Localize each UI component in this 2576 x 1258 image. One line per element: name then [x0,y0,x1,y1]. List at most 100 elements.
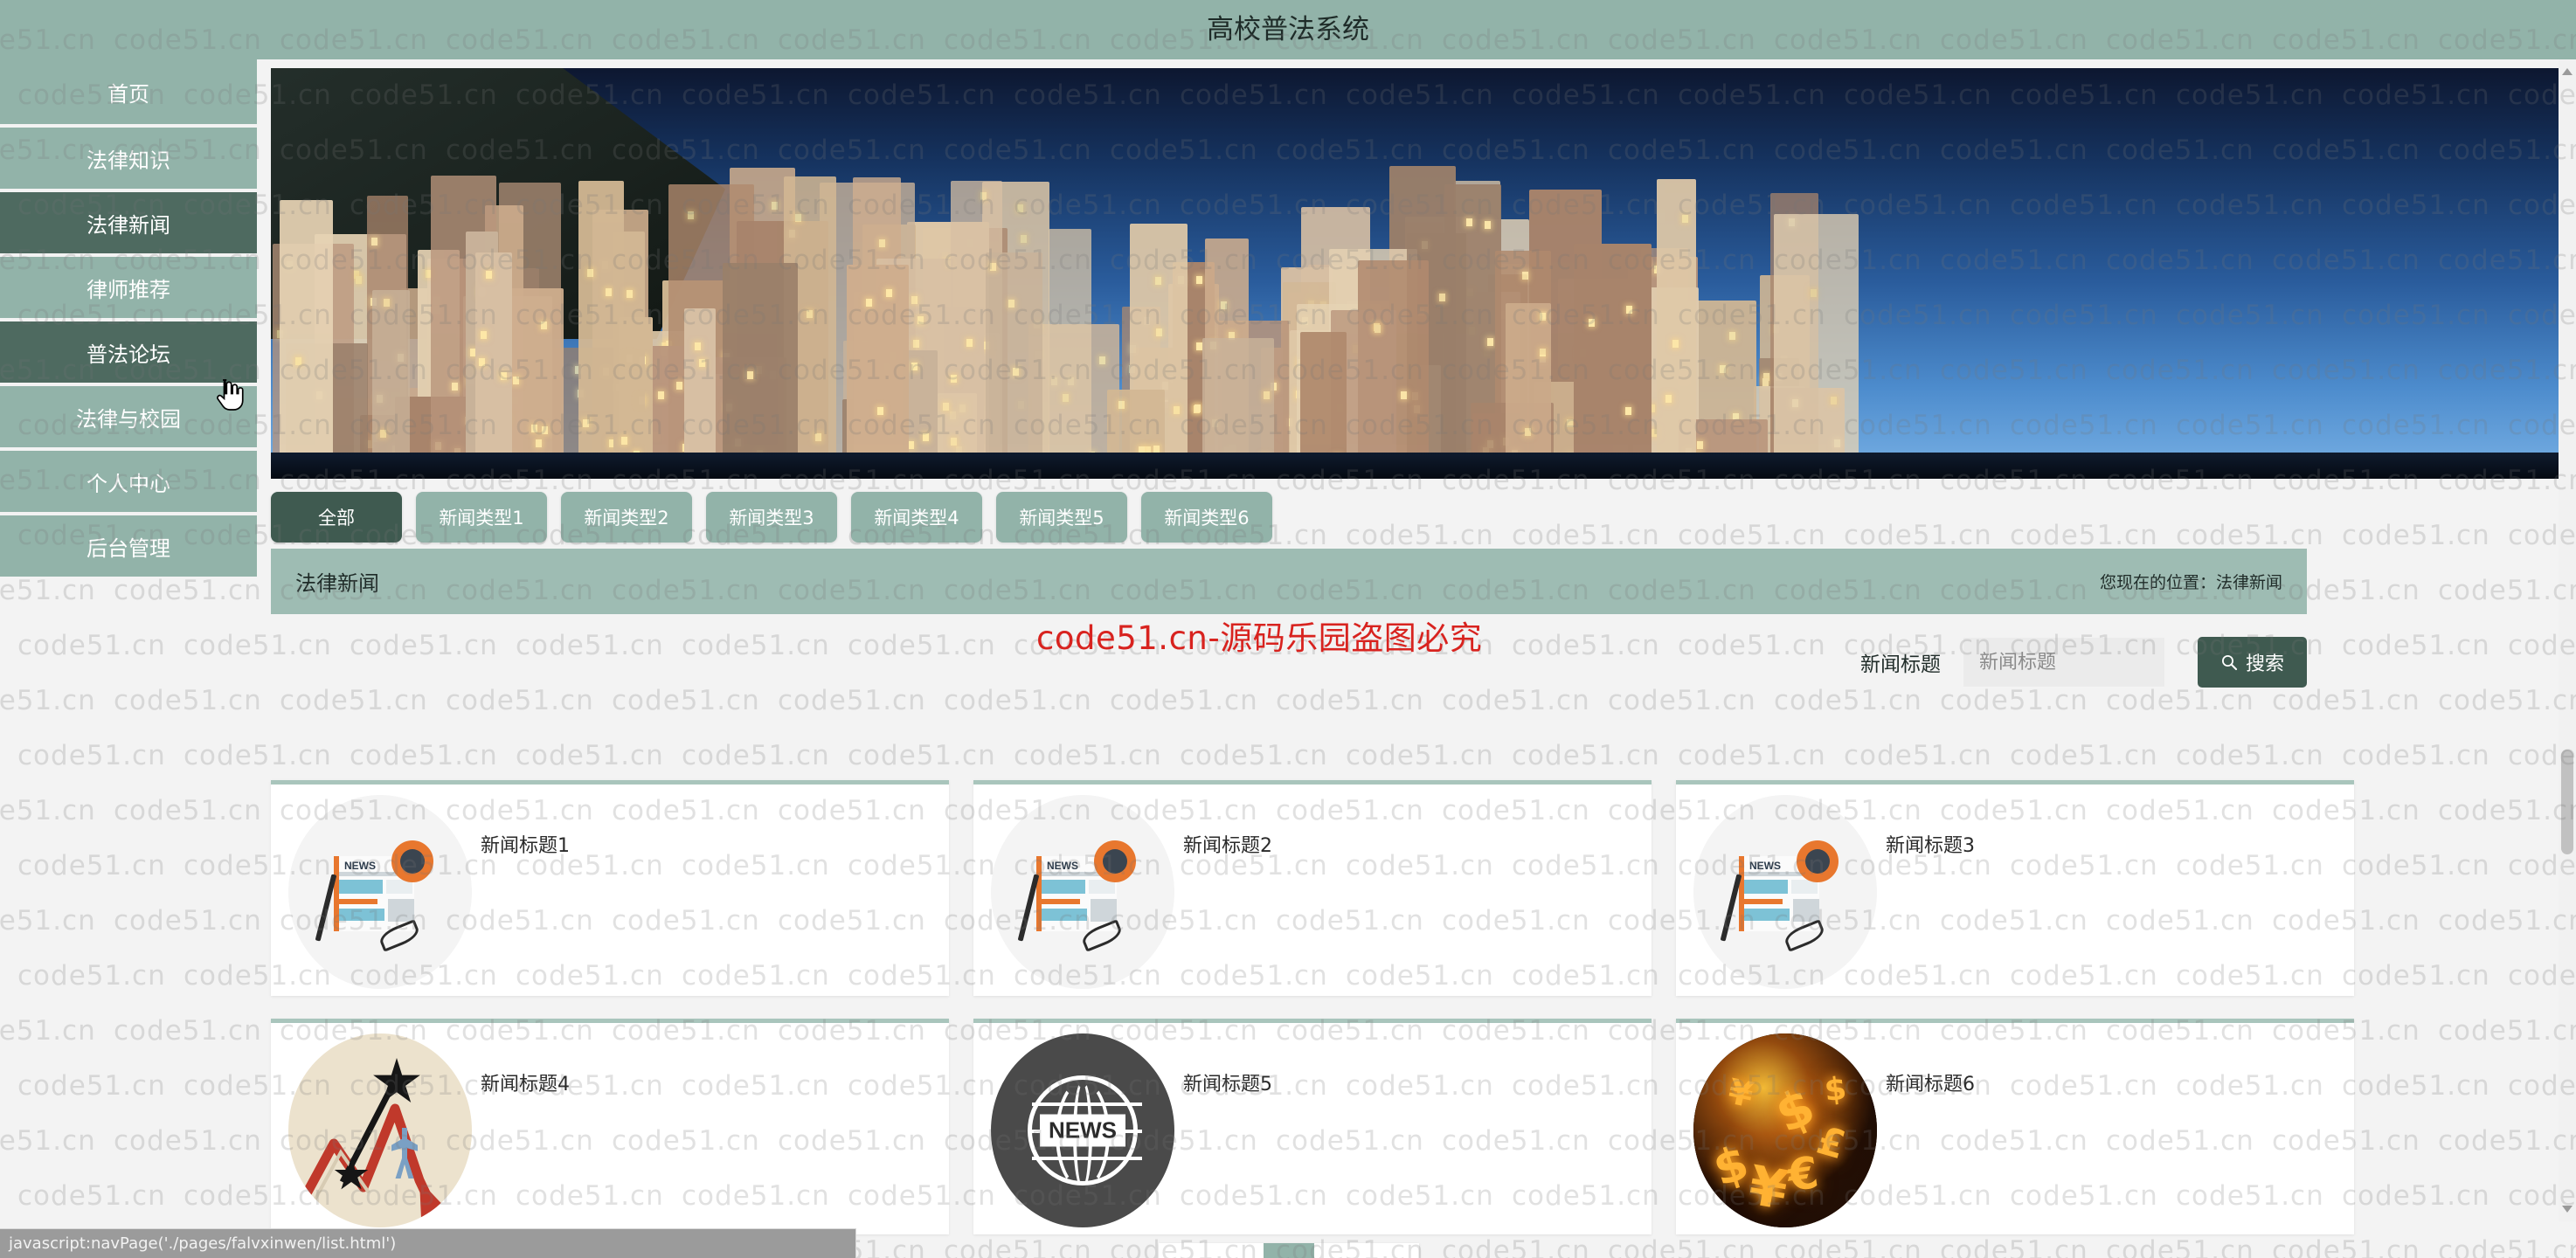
news-type-tab-4[interactable]: 新闻类型4 [851,492,982,543]
banner-window-light [536,439,542,447]
mouse-cursor-pointer-icon [217,379,244,411]
news-card[interactable]: NEWS 新闻标题2 [973,780,1652,996]
banner-window-light [658,391,664,399]
sidebar-item-1[interactable]: 法律知识 [0,124,257,189]
search-input[interactable] [1963,638,2164,687]
sidebar-item-label: 普法论坛 [87,342,170,367]
banner-building [1574,244,1652,479]
news-card[interactable]: NEWS 新闻标题3 [1676,780,2354,996]
scroll-up-arrow-icon[interactable] [2562,65,2573,75]
banner-window-light [452,383,458,391]
content-area: 全部 新闻类型1 新闻类型2 新闻类型3 新闻类型4 新闻类型5 新闻类型6 法律新闻 您现… [271,68,2576,1258]
news-card[interactable]: 新闻标题4 [271,1019,949,1234]
banner-window-light [1831,397,1837,404]
tab-label: 新闻类型4 [874,508,959,529]
currency-symbols-illustration-icon: $ ¥ € £ $ ¥ $ [1693,1033,1877,1227]
hero-banner [271,68,2576,479]
banner-window-light [918,316,924,324]
main-sidebar: 首页法律知识法律新闻律师推荐普法论坛法律与校园个人中心后台管理 [0,59,257,577]
banner-window-light [1811,289,1817,297]
banner-window-light [980,192,987,200]
banner-window-light [795,214,801,222]
banner-window-light [866,299,872,307]
sidebar-item-7[interactable]: 后台管理 [0,512,257,577]
watermark-text: code51.cn [114,575,262,606]
currency-glyph: ¥ [1743,1152,1793,1223]
sidebar-item-label: 法律新闻 [87,212,170,238]
vertical-scrollbar[interactable] [2559,59,2576,1221]
banner-window-light [1013,368,1019,376]
currency-glyph: $ [1766,1075,1824,1145]
banner-window-light [606,288,612,296]
banner-building [986,252,1042,479]
banner-window-light [877,407,883,415]
news-type-tab-3[interactable]: 新闻类型3 [706,492,837,543]
banner-window-light [1625,407,1631,415]
banner-window-light [1174,406,1180,414]
news-type-tab-1[interactable]: 新闻类型1 [416,492,547,543]
scrollbar-thumb[interactable] [2561,750,2573,854]
banner-window-light [747,371,753,379]
breadcrumb: 法律新闻 您现在的位置：法律新闻 [271,549,2307,614]
chart-arrow-illustration-icon [288,1033,472,1227]
news-card-thumbnail: NEWS [991,795,1174,989]
banner-window-light [1017,204,1023,212]
currency-glyph: $ [1707,1134,1755,1198]
banner-window-light [1221,301,1227,309]
watermark-text: code51.cn [114,905,262,937]
sidebar-item-4[interactable]: 普法论坛 [0,318,257,383]
banner-window-light [587,269,593,277]
sidebar-item-label: 首页 [107,81,149,107]
breadcrumb-title: 法律新闻 [295,571,379,596]
tab-label: 新闻类型5 [1019,508,1104,529]
news-paper-illustration-icon: NEWS [288,795,472,989]
banner-window-light [1063,394,1069,402]
banner-window-light [1522,272,1528,280]
banner-window-light [384,299,390,307]
banner-window-light [1155,277,1161,285]
banner-building [372,290,410,479]
banner-window-light [1466,218,1472,226]
banner-window-light [1401,391,1407,399]
banner-window-light [676,382,682,390]
news-card-thumbnail [288,1033,472,1227]
banner-window-light [486,271,492,279]
banner-window-light [1626,306,1632,314]
news-type-tab-6[interactable]: 新闻类型6 [1141,492,1272,543]
news-type-tab-0[interactable]: 全部 [271,492,402,543]
banner-window-light [1099,356,1105,364]
banner-building [280,200,333,479]
sidebar-item-3[interactable]: 律师推荐 [0,253,257,318]
watermark-text: code51.cn [114,1125,262,1157]
banner-window-light [542,426,548,434]
scroll-down-arrow-icon[interactable] [2562,1206,2573,1216]
banner-window-light [541,321,547,329]
banner-window-light [1264,391,1270,399]
news-card[interactable]: NEWS 新闻标题5 [973,1019,1652,1234]
sidebar-item-label: 后台管理 [87,536,170,561]
sidebar-item-label: 法律与校园 [76,406,181,432]
pagination-prev[interactable]: 上一页 [1159,1243,1264,1258]
banner-window-light [1540,349,1546,356]
banner-window-light [1118,401,1125,409]
tab-label: 新闻类型3 [729,508,814,529]
news-card[interactable]: NEWS 新闻标题1 [271,780,949,996]
news-card-thumbnail: NEWS [288,795,472,989]
search-button[interactable]: 搜索 [2197,637,2307,688]
sidebar-item-2[interactable]: 法律新闻 [0,189,257,253]
banner-window-light [295,357,301,365]
news-card-title: 新闻标题1 [481,835,570,857]
sidebar-item-0[interactable]: 首页 [0,59,257,124]
search-icon [2221,655,2238,671]
news-type-tab-2[interactable]: 新闻类型2 [561,492,692,543]
sidebar-item-6[interactable]: 个人中心 [0,447,257,512]
news-type-tab-5[interactable]: 新闻类型5 [996,492,1127,543]
banner-window-light [1720,365,1726,373]
breadcrumb-position: 您现在的位置：法律新闻 [2099,573,2282,592]
pagination-next[interactable]: 下一页 [1314,1243,1419,1258]
banner-window-light [923,433,929,441]
tab-label: 新闻类型6 [1164,508,1250,529]
watermark-text: code51.cn [17,850,166,881]
pagination-page-1[interactable]: 1 [1264,1243,1314,1258]
news-card[interactable]: $ ¥ € £ $ ¥ $ 新闻标题6 [1676,1019,2354,1234]
